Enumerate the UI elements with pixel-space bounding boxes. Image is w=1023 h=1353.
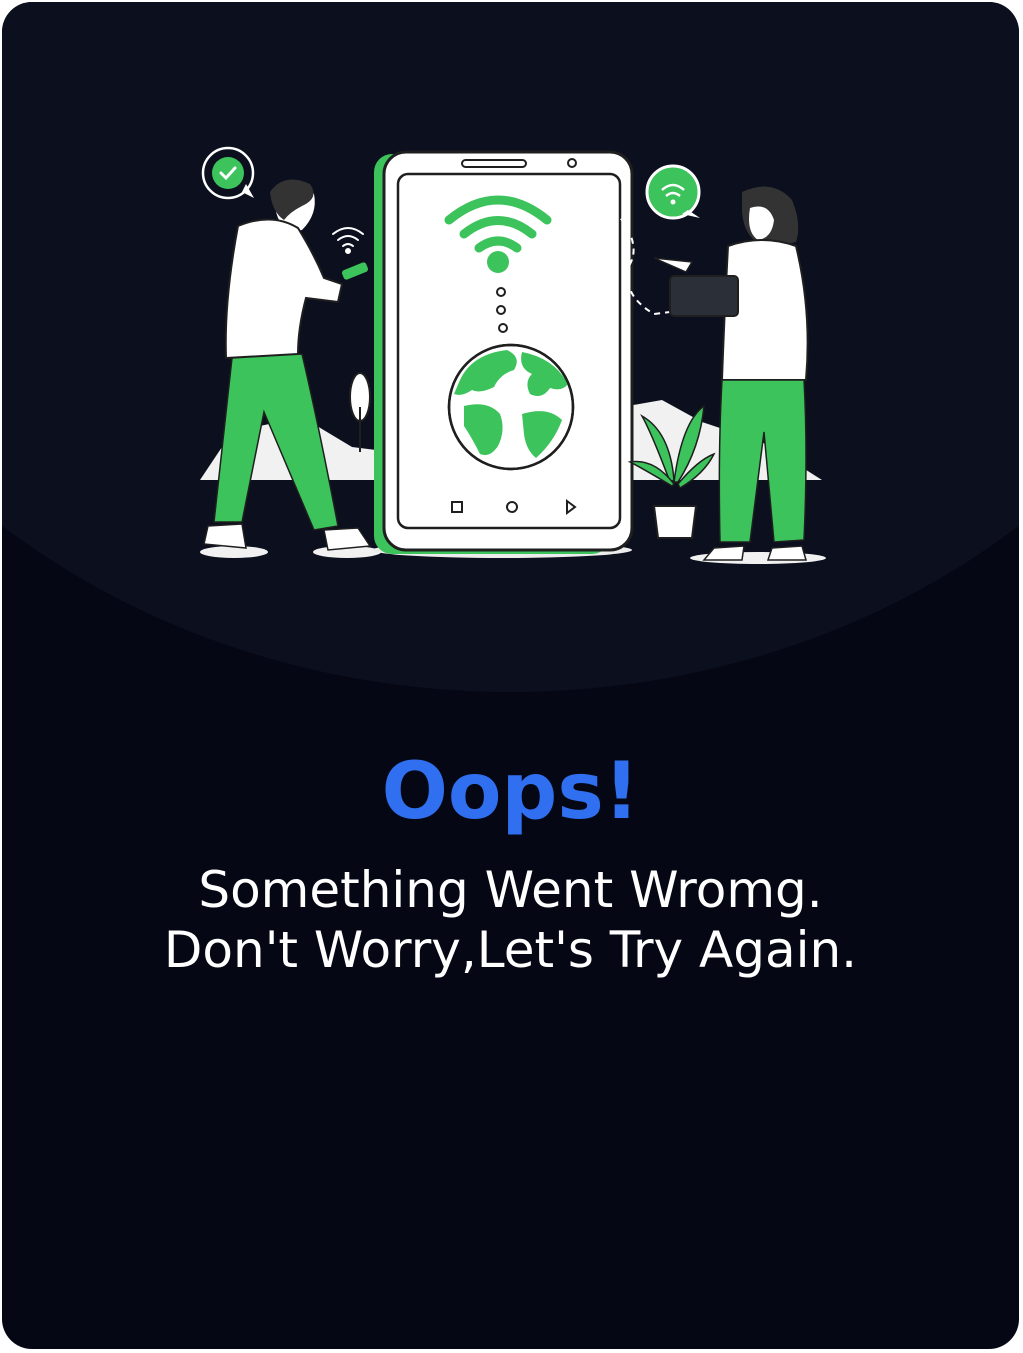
- error-message-line-1: Something Went Wromg.: [198, 861, 823, 919]
- globe-icon: [447, 343, 575, 471]
- error-message-line-2: Don't Worry,Let's Try Again.: [163, 921, 858, 979]
- man-figure: [203, 179, 372, 551]
- no-connection-illustration: [200, 146, 826, 564]
- wifi-bubble: [645, 164, 701, 220]
- error-title: Oops!: [381, 747, 640, 837]
- signal-icon: [332, 227, 364, 254]
- error-card: Oops! Something Went Wromg. Don't Worry,…: [2, 2, 1019, 1349]
- error-message: Something Went Wromg. Don't Worry,Let's …: [2, 860, 1019, 980]
- woman-figure: [653, 186, 809, 561]
- check-icon: [212, 157, 244, 189]
- check-bubble: [201, 146, 255, 200]
